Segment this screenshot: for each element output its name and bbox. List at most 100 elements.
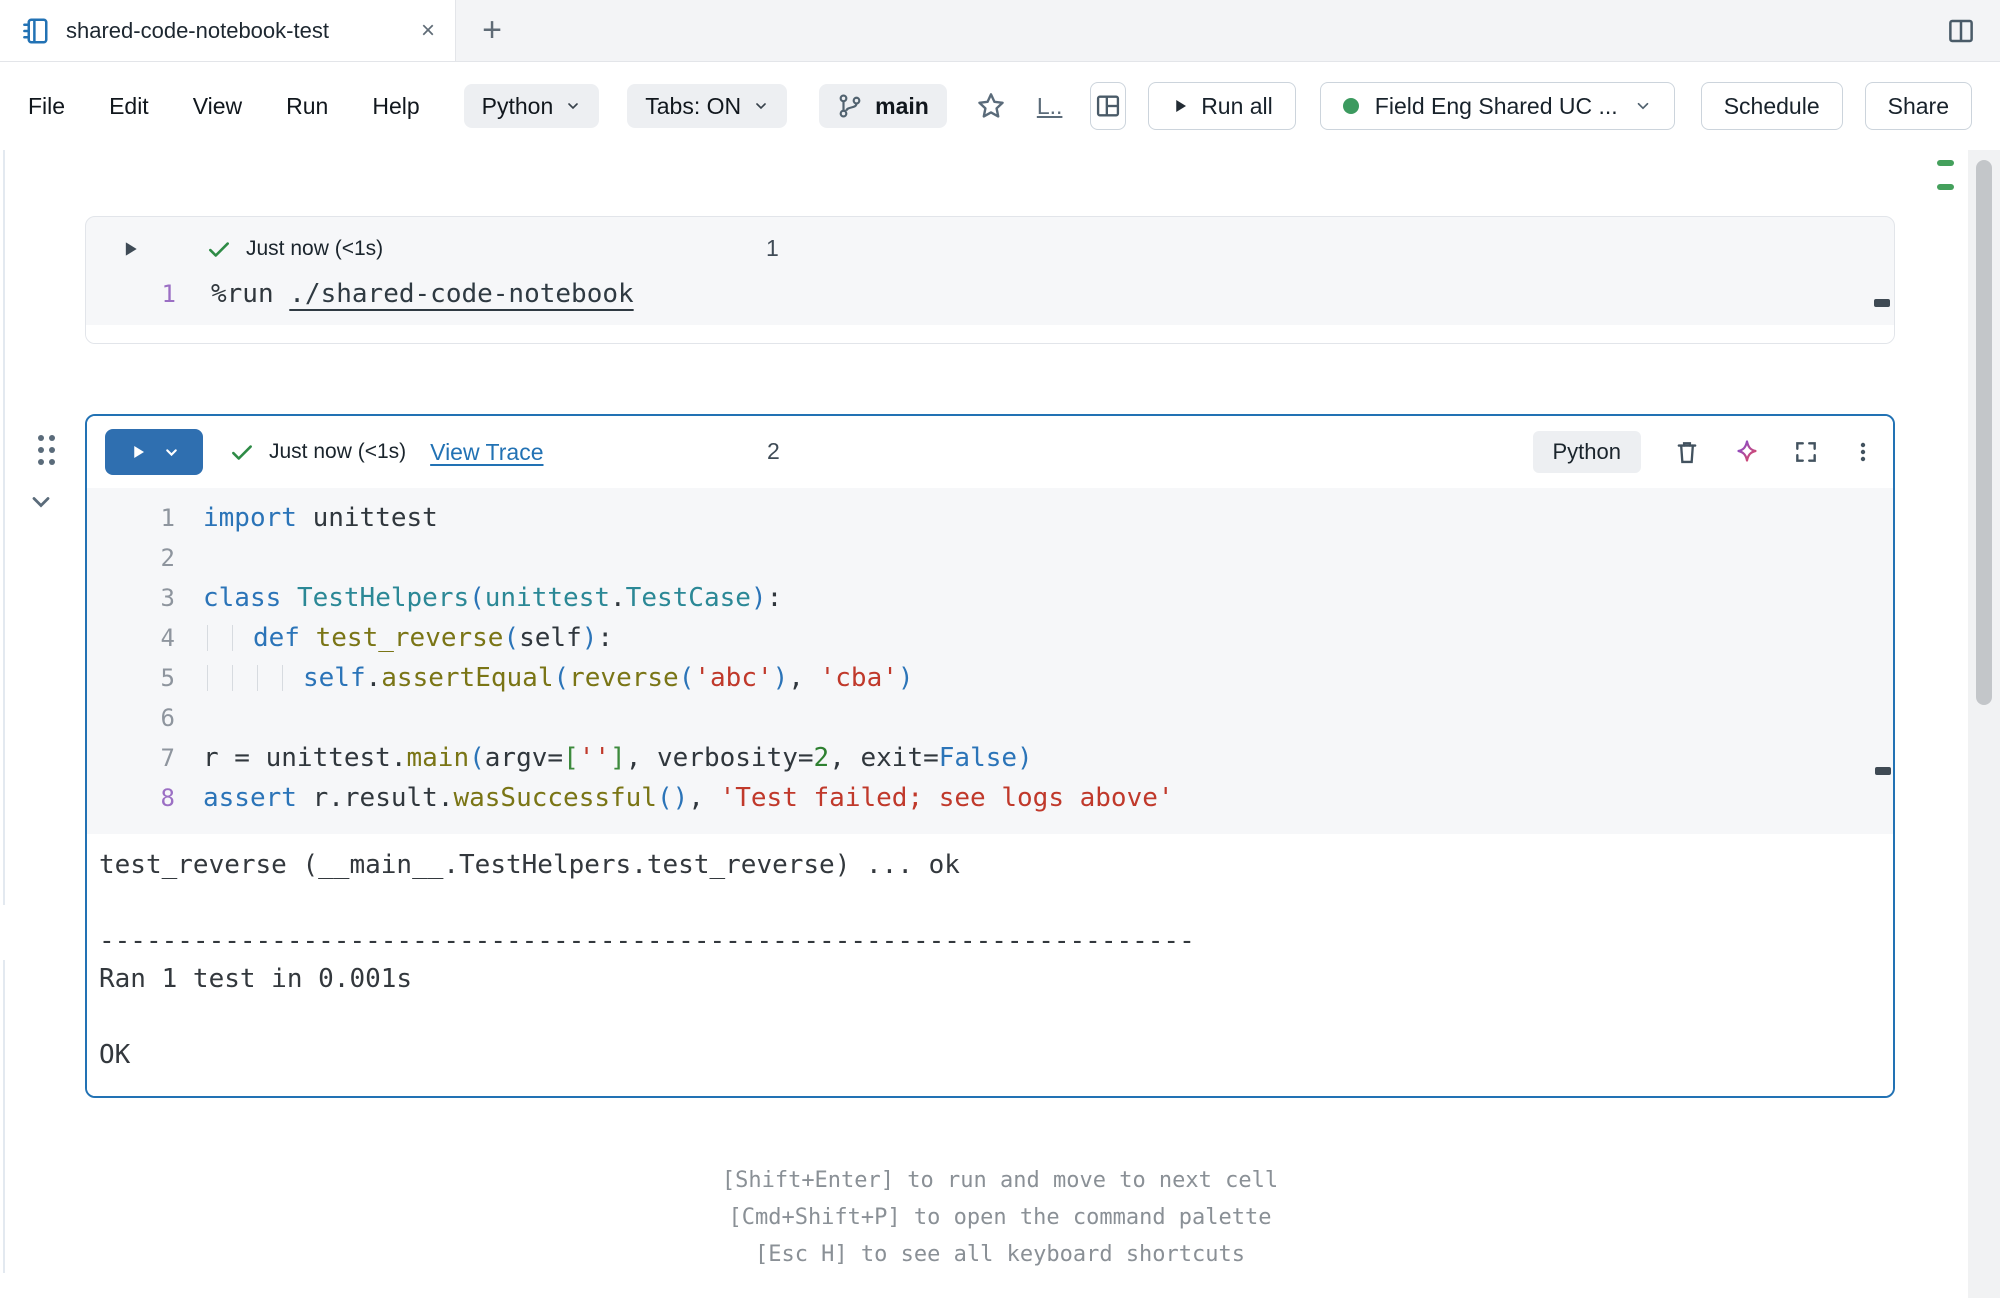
code-token: main	[407, 743, 470, 773]
notebook-path-link[interactable]: ./shared-code-notebook	[289, 279, 633, 309]
menu-item-file[interactable]: File	[28, 93, 65, 120]
indent-guide	[207, 665, 208, 691]
delete-cell-icon[interactable]	[1673, 438, 1701, 466]
cell-language-pill[interactable]: Python	[1533, 431, 1642, 473]
indent-guide	[207, 625, 208, 651]
tab-bar: shared-code-notebook-test × +	[0, 0, 2000, 62]
play-icon	[129, 443, 147, 461]
output-line: OK	[99, 1040, 1893, 1078]
schedule-button[interactable]: Schedule	[1701, 82, 1843, 130]
cell-run-status: Just now (<1s)	[246, 237, 383, 261]
line-number: 7	[87, 744, 175, 772]
toc-change-mark	[1937, 160, 1954, 166]
cell-2-output: test_reverse (__main__.TestHelpers.test_…	[87, 834, 1893, 1096]
tab-close-icon[interactable]: ×	[421, 19, 435, 43]
output-line: ----------------------------------------…	[99, 926, 1893, 964]
code-token: test_reverse	[316, 623, 504, 653]
line-number: 4	[87, 624, 175, 652]
code-text: import unittest	[203, 503, 438, 533]
menu-item-help[interactable]: Help	[372, 93, 419, 120]
language-select[interactable]: Python	[464, 84, 600, 128]
cell-number: 1	[766, 235, 779, 262]
success-check-icon	[206, 236, 232, 262]
git-branch-icon	[837, 93, 863, 119]
code-token: 2	[814, 743, 830, 773]
notebook-tab[interactable]: shared-code-notebook-test ×	[0, 0, 456, 61]
editor-resize-handle[interactable]	[1875, 767, 1891, 775]
scrollbar-thumb[interactable]	[1976, 160, 1992, 705]
code-line[interactable]: 1import unittest	[87, 498, 1893, 538]
code-line[interactable]: 8assert r.result.wasSuccessful(), 'Test …	[87, 778, 1893, 818]
scrollbar-track[interactable]	[1968, 150, 2000, 1298]
code-token: import	[203, 503, 297, 533]
code-token: assert	[203, 783, 297, 813]
code-token: 'Test failed; see logs above'	[720, 783, 1174, 813]
code-token: (	[679, 663, 695, 693]
menu-item-run[interactable]: Run	[286, 93, 328, 120]
new-tab-button[interactable]: +	[456, 0, 528, 61]
code-token: class	[203, 583, 281, 613]
cluster-select[interactable]: Field Eng Shared UC ...	[1320, 82, 1675, 130]
code-token: reverse	[569, 663, 679, 693]
tabs-toggle[interactable]: Tabs: ON	[627, 84, 787, 128]
menu-item-edit[interactable]: Edit	[109, 93, 149, 120]
layout-toggle-button[interactable]	[1090, 82, 1126, 130]
menu-item-view[interactable]: View	[193, 93, 242, 120]
layout-icon	[1094, 92, 1122, 120]
code-token: )	[751, 583, 767, 613]
code-token: def	[253, 623, 300, 653]
code-token: :	[767, 583, 783, 613]
code-token: r.result.	[297, 783, 454, 813]
indent-guide	[232, 665, 233, 691]
share-button[interactable]: Share	[1865, 82, 1972, 130]
code-token: )	[1017, 743, 1033, 773]
favorite-star-icon[interactable]	[975, 90, 1007, 122]
code-token: self	[303, 663, 366, 693]
notebook-cell-2: Just now (<1s) View Trace 2 Python	[85, 414, 1895, 1098]
editor-resize-handle[interactable]	[1874, 299, 1890, 307]
view-trace-link[interactable]: View Trace	[430, 439, 543, 466]
split-view-icon[interactable]	[1946, 16, 1976, 46]
code-line[interactable]: 3class TestHelpers(unittest.TestCase):	[87, 578, 1893, 618]
menu-bar: File Edit View Run Help	[28, 93, 464, 120]
code-token: )	[582, 623, 598, 653]
code-line[interactable]: 5self.assertEqual(reverse('abc'), 'cba')	[87, 658, 1893, 698]
line-number: 2	[87, 544, 175, 572]
chevron-down-icon	[1634, 97, 1652, 115]
run-cell-split-button[interactable]	[105, 429, 203, 475]
code-line[interactable]: 6	[87, 698, 1893, 738]
cell-1-header: Just now (<1s) 1	[86, 217, 1894, 273]
cell-1-code-editor[interactable]: 1 %run ./shared-code-notebook	[86, 273, 1894, 325]
notebook-icon	[20, 15, 50, 47]
code-line[interactable]: 4def test_reverse(self):	[87, 618, 1893, 658]
notebook-cell-1: Just now (<1s) 1 1 %run ./shared-code-no…	[85, 216, 1895, 344]
code-token: ,	[688, 783, 719, 813]
code-token: ]	[610, 743, 626, 773]
cell-drag-handle-icon[interactable]	[33, 430, 59, 477]
success-check-icon	[229, 439, 255, 465]
code-token	[300, 623, 316, 653]
tab-title: shared-code-notebook-test	[66, 18, 405, 44]
code-token: (	[469, 743, 485, 773]
code-token: ()	[657, 783, 688, 813]
git-branch-label: main	[875, 93, 929, 120]
run-all-button[interactable]: Run all	[1148, 82, 1296, 130]
kebab-menu-icon[interactable]	[1851, 440, 1875, 464]
git-branch-button[interactable]: main	[819, 84, 947, 128]
assistant-sparkle-icon[interactable]	[1733, 438, 1761, 466]
cell-number: 2	[767, 438, 780, 465]
code-line[interactable]: %run ./shared-code-notebook	[211, 279, 634, 309]
cell-collapse-chevron-icon[interactable]	[27, 488, 55, 521]
expand-cell-icon[interactable]	[1793, 439, 1819, 465]
run-cell-icon[interactable]	[120, 239, 140, 259]
code-line[interactable]: 7r = unittest.main(argv=[''], verbosity=…	[87, 738, 1893, 778]
cell-2-code-editor[interactable]: 1import unittest 2 3class TestHelpers(unit…	[87, 488, 1893, 834]
code-token	[281, 583, 297, 613]
last-edit-link[interactable]: L..	[1037, 93, 1063, 120]
cluster-select-label: Field Eng Shared UC ...	[1375, 93, 1618, 120]
code-token: )	[773, 663, 789, 693]
code-token: (	[503, 623, 519, 653]
code-token: , exit=	[829, 743, 939, 773]
code-line[interactable]: 2	[87, 538, 1893, 578]
code-token: )	[898, 663, 914, 693]
